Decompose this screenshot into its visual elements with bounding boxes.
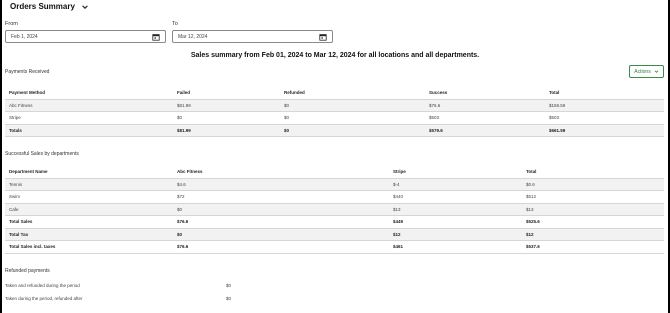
table-cell: $0.6 xyxy=(522,178,664,191)
table-cell: $503 xyxy=(545,111,664,125)
column-header: Abc Fitness xyxy=(173,166,389,179)
table-cell: $-4 xyxy=(389,178,522,191)
table-cell: $503 xyxy=(425,111,545,125)
to-label: To xyxy=(172,21,178,27)
table-cell: $76.6 xyxy=(173,215,389,229)
table-row: Cafe $0 $13 $13 xyxy=(5,203,664,216)
table-cell: Total Sales xyxy=(5,215,173,229)
orders-summary-page: Orders Summary From Feb 1, 2024 To Mar 1… xyxy=(2,0,668,313)
table-cell: $0 xyxy=(280,99,425,112)
column-header: Total xyxy=(522,166,664,179)
column-header: Failed xyxy=(173,87,280,100)
table-cell: $4.6 xyxy=(173,178,389,191)
table-cell: $525.6 xyxy=(522,215,664,229)
payments-table: Payment Method Failed Refunded Success T… xyxy=(5,87,664,137)
table-header-row: Department Name Abc Fitness Stripe Total xyxy=(5,166,664,179)
table-cell: $579.6 xyxy=(425,124,545,137)
table-cell: Abc Fitness xyxy=(5,99,173,112)
table-cell: Swim xyxy=(5,190,173,204)
table-cell: $0 xyxy=(173,228,389,241)
table-cell: Stripe xyxy=(5,111,173,125)
from-label: From xyxy=(5,21,18,27)
table-cell: $72 xyxy=(173,190,389,204)
table-cell: $461 xyxy=(389,240,522,254)
table-cell: $0 xyxy=(173,111,280,125)
table-row: Swim $72 $440 $512 xyxy=(5,190,664,204)
to-date-value: Mar 12, 2024 xyxy=(178,33,208,40)
table-cell: $158.59 xyxy=(545,99,664,112)
actions-label: Actions xyxy=(634,68,651,75)
to-date-field[interactable]: Mar 12, 2024 xyxy=(172,30,333,43)
column-header: Payment Method xyxy=(5,87,173,100)
from-date-field[interactable]: Feb 1, 2024 xyxy=(5,30,166,43)
table-cell: $512 xyxy=(522,190,664,204)
table-cell: $440 xyxy=(389,190,522,204)
calendar-icon[interactable] xyxy=(152,33,160,41)
table-cell: $0 xyxy=(280,124,425,137)
table-cell: $0 xyxy=(280,111,425,125)
refund-value: $0 xyxy=(226,296,232,301)
table-cell: $76.6 xyxy=(173,240,389,254)
table-cell: $449 xyxy=(389,215,522,229)
table-row: Abc Fitness $81.99 $0 $76.6 $158.59 xyxy=(5,99,664,112)
column-header: Stripe xyxy=(389,166,522,179)
table-cell: $81.99 xyxy=(173,99,280,112)
table-cell: $13 xyxy=(389,203,522,216)
table-cell: $12 xyxy=(389,228,522,241)
table-cell: $12 xyxy=(522,228,664,241)
from-date-value: Feb 1, 2024 xyxy=(11,33,38,40)
table-row: Tennis $4.6 $-4 $0.6 xyxy=(5,178,664,191)
column-header: Department Name xyxy=(5,166,173,179)
column-header: Success xyxy=(425,87,545,100)
table-cell: $537.6 xyxy=(522,240,664,254)
refunded-payments-title: Refunded payments xyxy=(5,268,50,274)
refund-value: $0 xyxy=(226,283,232,288)
list-item: Taken and refunded during the period $0 xyxy=(5,283,245,288)
calendar-icon[interactable] xyxy=(319,33,327,41)
departments-table: Department Name Abc Fitness Stripe Total… xyxy=(5,166,664,254)
total-tax-row: Total Tax $0 $12 $12 xyxy=(5,228,664,241)
table-cell: Tennis xyxy=(5,178,173,191)
table-cell: $76.6 xyxy=(425,99,545,112)
payments-received-title: Payments Received xyxy=(5,69,50,75)
refund-label: Taken during the period, refunded after xyxy=(5,296,83,301)
table-row: Stripe $0 $0 $503 $503 xyxy=(5,111,664,125)
departments-title: Successful Sales by departments xyxy=(5,151,79,157)
table-cell: $0 xyxy=(173,203,389,216)
total-sales-row: Total Sales $76.6 $449 $525.6 xyxy=(5,215,664,229)
list-item: Taken during the period, refunded after … xyxy=(5,296,245,301)
table-cell: Total Tax xyxy=(5,228,173,241)
table-cell: Total Sales incl. taxes xyxy=(5,240,173,254)
column-header: Refunded xyxy=(280,87,425,100)
table-cell: $81.99 xyxy=(173,124,280,137)
refund-label: Taken and refunded during the period xyxy=(5,283,80,288)
summary-heading: Sales summary from Feb 01, 2024 to Mar 1… xyxy=(190,52,480,59)
table-cell: Cafe xyxy=(5,203,173,216)
actions-button[interactable]: Actions xyxy=(629,65,664,78)
chevron-down-icon xyxy=(654,70,658,73)
table-cell: Totals xyxy=(5,124,173,137)
column-header: Total xyxy=(545,87,664,100)
table-header-row: Payment Method Failed Refunded Success T… xyxy=(5,87,664,100)
page-title: Orders Summary xyxy=(10,2,75,11)
total-sales-incl-taxes-row: Total Sales incl. taxes $76.6 $461 $537.… xyxy=(5,240,664,254)
totals-row: Totals $81.99 $0 $579.6 $661.59 xyxy=(5,124,664,137)
table-cell: $661.59 xyxy=(545,124,664,137)
table-cell: $13 xyxy=(522,203,664,216)
chevron-down-icon[interactable] xyxy=(81,3,89,11)
page-header[interactable]: Orders Summary xyxy=(10,2,89,11)
